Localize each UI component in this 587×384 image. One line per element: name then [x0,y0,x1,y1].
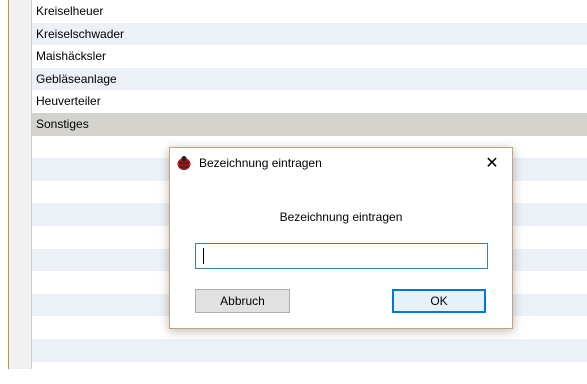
ok-button[interactable]: OK [392,289,486,313]
empty-row[interactable] [32,362,587,384]
cancel-button-label: Abbruch [220,294,265,308]
row-header-gutter [9,0,32,369]
list-item[interactable]: Maishäcksler [32,45,587,68]
dialog-titlebar[interactable]: Bezeichnung eintragen ✕ [170,148,512,178]
ladybug-icon [176,155,192,171]
name-input[interactable] [195,243,488,269]
ok-button-label: OK [430,294,447,308]
text-caret [203,248,204,264]
list-item-label: Maishäcksler [36,49,106,63]
list-item-label: Gebläseanlage [36,72,117,86]
list-item-label: Heuverteiler [36,94,101,108]
list-item[interactable]: Heuverteiler [32,90,587,113]
close-icon: ✕ [485,153,498,173]
dialog-prompt: Bezeichnung eintragen [170,210,512,224]
list-item-label: Kreiselschwader [36,27,124,41]
dialog-title: Bezeichnung eintragen [199,156,322,170]
list-item[interactable]: Gebläseanlage [32,68,587,91]
list-item-selected[interactable]: Sonstiges [32,113,587,136]
list-item-label: Kreiselheuer [36,4,103,18]
list-item[interactable]: Kreiselschwader [32,23,587,46]
list-item-label: Sonstiges [36,117,89,131]
close-button[interactable]: ✕ [472,148,512,178]
input-dialog: Bezeichnung eintragen ✕ Bezeichnung eint… [169,147,513,329]
list-item[interactable]: Kreiselheuer [32,0,587,23]
empty-row[interactable] [32,339,587,362]
cancel-button[interactable]: Abbruch [195,289,290,313]
